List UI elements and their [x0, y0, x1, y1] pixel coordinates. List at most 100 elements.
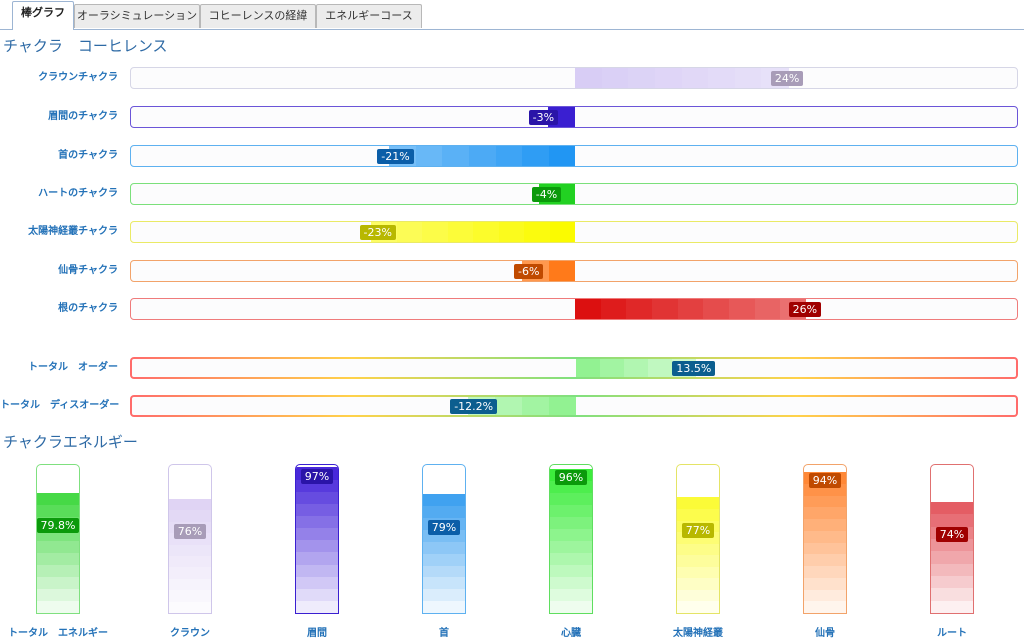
coherence-fill-segment — [441, 146, 469, 166]
energy-fill-band — [931, 501, 973, 515]
energy-fill-band — [550, 576, 592, 589]
coherence-fill-segment — [494, 397, 523, 415]
energy-fill-band — [677, 497, 719, 510]
coherence-fill-segment — [498, 222, 525, 242]
energy-fill-band — [550, 492, 592, 505]
energy-fill-band — [37, 600, 79, 613]
chakra-coherence-bar — [130, 260, 1018, 282]
energy-fill-band — [677, 543, 719, 556]
energy-fill-band — [550, 588, 592, 601]
energy-fill-band — [804, 495, 846, 508]
energy-fill-band — [677, 600, 719, 613]
coherence-section-title: チャクラ コーヒレンス — [3, 37, 168, 55]
energy-column-label: 眉間 — [307, 628, 327, 639]
coherence-fill-segment — [548, 146, 576, 166]
coherence-fill-segment — [754, 299, 781, 319]
energy-fill-band — [296, 588, 338, 601]
energy-fill-band — [677, 554, 719, 567]
chakra-label: 首のチャクラ — [58, 150, 118, 161]
total-coherence-bar — [130, 357, 1018, 379]
coherence-fill-segment — [734, 68, 762, 88]
energy-fill-band — [169, 578, 211, 591]
energy-fill-band — [423, 565, 465, 578]
total-value-badge: -12.2% — [450, 399, 498, 414]
coherence-fill-segment — [521, 397, 550, 415]
energy-fill-band — [931, 587, 973, 601]
energy-fill-band — [423, 576, 465, 590]
energy-fill-band — [37, 576, 79, 590]
energy-fill-band — [804, 506, 846, 519]
energy-fill-band — [169, 555, 211, 568]
energy-fill-band — [677, 508, 719, 521]
coherence-fill-segment — [576, 359, 601, 377]
energy-fill-band — [804, 600, 846, 613]
energy-value-badge: 74% — [935, 527, 969, 542]
coherence-value-badge: -4% — [531, 187, 562, 202]
energy-fill-band — [931, 513, 973, 527]
coherence-fill-segment — [623, 359, 649, 377]
energy-fill-band — [37, 564, 79, 578]
tab-aura-simulation[interactable]: オーラシミュレーション — [74, 4, 200, 28]
energy-fill-band — [37, 492, 79, 506]
energy-fill-band — [296, 527, 338, 541]
tab-coherence-history[interactable]: コヒーレンスの経緯 — [200, 4, 316, 28]
energy-column — [422, 464, 466, 614]
energy-fill-band — [677, 589, 719, 602]
coherence-fill-segment — [472, 222, 499, 242]
coherence-fill-segment — [548, 261, 576, 281]
energy-fill-band — [550, 600, 592, 613]
chakra-label: クラウンチャクラ — [38, 72, 118, 83]
energy-fill-band — [37, 504, 79, 518]
energy-fill-band — [423, 588, 465, 602]
energy-column-label: ルート — [937, 628, 967, 639]
coherence-fill-segment — [447, 222, 474, 242]
chakra-coherence-bar — [130, 145, 1018, 167]
chakra-coherence-bar — [130, 106, 1018, 128]
coherence-fill-segment — [681, 68, 709, 88]
coherence-fill-segment — [396, 222, 423, 242]
energy-column — [168, 464, 212, 614]
energy-fill-band — [677, 566, 719, 579]
coherence-fill-segment — [521, 146, 549, 166]
energy-fill-band — [169, 589, 211, 602]
energy-fill-band — [804, 553, 846, 566]
tab-energy-course[interactable]: エネルギーコース — [316, 4, 422, 28]
energy-fill-band — [931, 600, 973, 613]
chakra-coherence-bar — [130, 221, 1018, 243]
coherence-fill-segment — [415, 146, 443, 166]
energy-column-label: トータル エネルギー — [8, 628, 108, 639]
energy-value-badge: 79% — [427, 519, 461, 535]
energy-fill-band — [37, 588, 79, 602]
energy-fill-band — [550, 552, 592, 565]
coherence-fill-segment — [548, 397, 577, 415]
coherence-fill-segment — [575, 68, 603, 88]
coherence-fill-segment — [600, 299, 627, 319]
coherence-fill-segment — [647, 359, 673, 377]
energy-column — [676, 464, 720, 614]
total-label: トータル オーダー — [28, 362, 118, 373]
energy-fill-band — [550, 504, 592, 517]
energy-fill-band — [296, 539, 338, 553]
energy-fill-band — [296, 503, 338, 516]
chakra-label: 根のチャクラ — [58, 303, 118, 314]
total-value-badge: 13.5% — [672, 361, 716, 376]
energy-fill-band — [296, 564, 338, 577]
coherence-fill-segment — [599, 359, 625, 377]
coherence-value-badge: 24% — [770, 71, 804, 86]
coherence-fill-segment — [421, 222, 448, 242]
energy-fill-band — [931, 550, 973, 564]
energy-fill-band — [931, 563, 973, 576]
energy-column-label: 仙骨 — [815, 628, 835, 639]
energy-fill-band — [550, 564, 592, 577]
energy-column-label: クラウン — [170, 628, 210, 639]
coherence-value-badge: -21% — [377, 149, 414, 164]
coherence-fill-segment — [708, 68, 736, 88]
coherence-value-badge: -3% — [528, 110, 559, 125]
coherence-fill-segment — [728, 299, 756, 319]
chakra-label: ハートのチャクラ — [38, 188, 118, 199]
coherence-fill-segment — [628, 68, 656, 88]
tab-bar-graph[interactable]: 棒グラフ — [12, 1, 74, 30]
energy-fill-band — [296, 551, 338, 565]
chakra-label: 仙骨チャクラ — [58, 265, 118, 276]
coherence-fill-segment — [651, 299, 679, 319]
